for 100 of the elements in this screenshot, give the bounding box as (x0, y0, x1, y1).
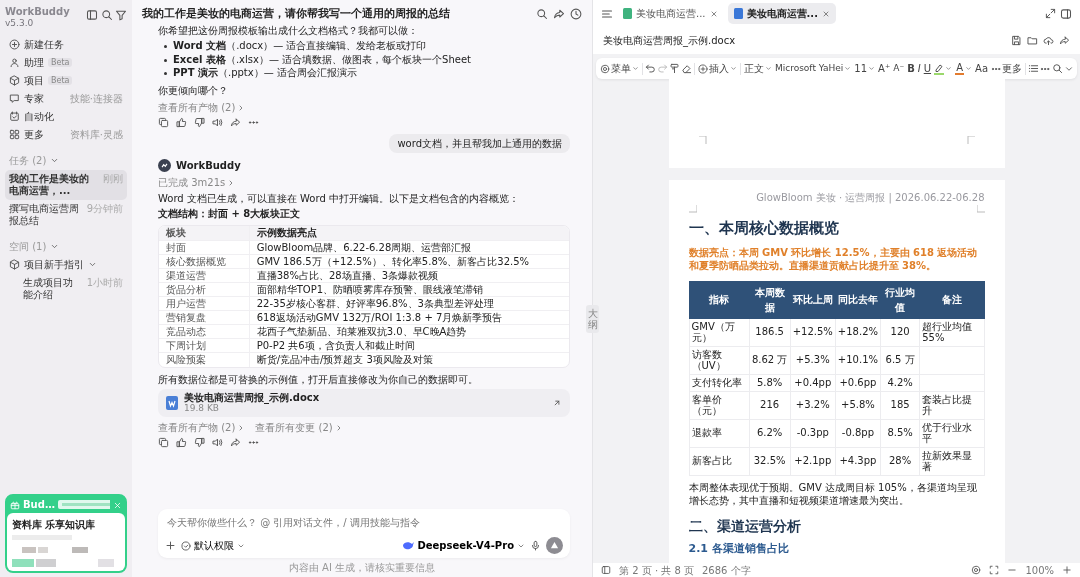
table-cell: 用户运营 (159, 296, 250, 311)
file-card[interactable]: 美妆电商运营周报_示例.docx 19.8 KB (158, 389, 570, 418)
hint-text: 技能·连接器 (69, 92, 123, 105)
format-button[interactable]: B (906, 61, 916, 76)
table-cell: 4.2% (880, 374, 920, 391)
table-cell: 新客占比 (689, 447, 750, 475)
nav-item[interactable]: 项目 Beta (5, 71, 127, 90)
table-cell: 花西子气垫新品、珀莱雅双抗3.0、早C晚A趋势 (249, 324, 569, 339)
text-case-button[interactable]: Aa (974, 61, 989, 76)
project-item[interactable]: 项目新手指引 (5, 255, 127, 274)
menu-dropdown[interactable]: 菜单 (599, 61, 640, 76)
table-header: 示例数据亮点 (249, 225, 569, 241)
table-cell: 120 (880, 318, 920, 346)
table-cell: 8.62 万 (749, 346, 791, 374)
table-cell: 风险预案 (159, 352, 250, 367)
format-button[interactable]: I (916, 61, 922, 76)
message-text: Word 文档已生成，可以直接在 Word 中打开编辑。以下是文档包含的内容概览： (158, 192, 520, 206)
table-cell: 28% (880, 447, 920, 475)
table-header: 行业均值 (880, 281, 920, 318)
highlight-text: 数据亮点：本周 GMV 环比增长 12.5%，主要由 618 返场活动和夏季防晒品类拉动。直播渠道贡献占比提升至 38%。 (688, 245, 979, 273)
composer-field[interactable]: 今天帮你做些什么？ @ 引用对话文件，/ 调用技能与指令 默认权限 Deepseek-V4-Pro (158, 509, 570, 558)
table-header: 同比去年 (835, 281, 881, 318)
message-text: 所有数据位都是可替换的示例值，打开后直接修改为你自己的数据即可。 (158, 373, 479, 387)
beta-tag: Beta (48, 57, 73, 68)
table-cell: 营销复盘 (159, 310, 250, 325)
table-cell: 186.5 (749, 318, 791, 346)
list-item: Word 文档（.docx）— 适合直接编辑、发给老板或打印 (173, 40, 427, 53)
table-cell: 185 (880, 391, 920, 419)
view-link[interactable]: 查看所有产物 (2) (158, 420, 246, 436)
format-button[interactable]: A⁺ (877, 61, 892, 76)
more-button[interactable]: 更多 (990, 61, 1023, 76)
table-cell: P0-P2 共6项，含负责人和截止时间 (249, 338, 569, 353)
table-cell: 封面 (159, 240, 250, 255)
time-label: 9分钟前 (85, 202, 123, 215)
list-item: Excel 表格（.xlsx）— 适合填数据、做图表，每个板块一个Sheet (173, 53, 471, 67)
format-button[interactable]: U (922, 61, 933, 76)
font-color-button[interactable]: A (954, 62, 974, 75)
table-cell: +3.2% (790, 391, 836, 419)
table-header: 环比上周 (790, 281, 836, 318)
message-heading: 文档结构：封面 + 8大板块正文 (158, 208, 302, 221)
model-dropdown[interactable]: Deepseek-V4-Pro (402, 538, 525, 553)
nav-item[interactable]: 自动化 (5, 107, 127, 126)
author-name: WorkBuddy (176, 159, 241, 174)
table-header: 指标 (689, 281, 750, 318)
table-cell: 5.8% (749, 374, 791, 391)
nav-item[interactable]: 新建任务 (5, 35, 127, 54)
time-label: 1小时前 (85, 276, 123, 289)
size-dropdown[interactable]: 11 (853, 61, 877, 76)
nav-item[interactable]: 更多 资料库·灵感 (5, 125, 127, 144)
table-cell: 22-35岁核心客群、好评率96.8%、3条典型差评处理 (249, 296, 569, 311)
table-cell: 支付转化率 (689, 374, 750, 391)
permission-dropdown[interactable]: 默认权限 (181, 538, 245, 553)
file-tab[interactable]: 美妆电商运营... (617, 3, 724, 24)
document-title: 美妆电商运营周报_示例.docx (603, 34, 736, 48)
table-cell: 拉新效果显著 (919, 447, 984, 475)
hint-text: 资料库·灵感 (69, 128, 123, 141)
zoom-level: 100% (1025, 563, 1054, 577)
table-header: 本周数据 (749, 281, 791, 318)
style-dropdown[interactable]: 正文 (742, 61, 773, 76)
view-link[interactable]: 查看所有产物 (2) (158, 100, 246, 116)
table-cell: 核心数据概览 (159, 254, 250, 269)
view-link[interactable]: 查看所有变更 (2) (255, 420, 343, 436)
time-label: 刚刚 (102, 172, 123, 185)
table-cell: 竞品动态 (159, 324, 250, 339)
task-item[interactable]: 撰写电商运营周报总结 9分钟前 (5, 199, 127, 230)
section-heading: 一、本周核心数据概览 (688, 218, 840, 239)
status-link[interactable]: 已完成 3m21s (158, 175, 236, 191)
insert-dropdown[interactable]: 插入 (696, 61, 738, 76)
summary-text: 本周整体表现优于预期。GMV 达成周目标 105%，各渠道均呈现增长态势，其中直播和短视频渠道增速最为突出。 (688, 480, 978, 508)
task-item[interactable]: 生成项目功能介绍 1小时前 (5, 273, 127, 304)
table-cell: 面部精华TOP1、防晒喷雾库存预警、眼线液笔滞销 (249, 282, 569, 297)
table-cell: +18.2% (835, 318, 881, 346)
table-cell: +4.3pp (835, 447, 881, 475)
table-cell: GlowBloom品牌、6.22-6.28周期、运营部汇报 (249, 240, 569, 255)
promo-title: 资料库 乐享知识库 (12, 518, 97, 532)
message-text: 你更倾向哪个？ (158, 84, 229, 98)
file-tab[interactable]: 美妆电商运营... (727, 3, 836, 24)
word-count: 2686 个字 (702, 563, 751, 577)
table-cell: 客单价（元） (689, 391, 750, 419)
promo-label: Bud… (23, 498, 55, 512)
font-dropdown[interactable]: Microsoft YaHei (773, 61, 853, 76)
table-cell: 618返场活动GMV 132万/ROI 1:3.8 + 7月焕新季预告 (249, 310, 569, 325)
table-cell: 6.5 万 (880, 346, 920, 374)
table-cell: 下周计划 (159, 338, 250, 353)
nav-item[interactable]: 助理 Beta (5, 53, 127, 72)
table-cell: 直播38%占比、28场直播、3条爆款视频 (249, 268, 569, 283)
table-cell: +5.8% (835, 391, 881, 419)
table-cell: +12.5% (790, 318, 836, 346)
table-cell: 货品分析 (159, 282, 250, 297)
table-cell: 超行业均值 55% (919, 318, 984, 346)
table-cell: 套装占比提升 (919, 391, 984, 419)
table-cell: +10.1% (835, 346, 881, 374)
table-cell: -0.8pp (835, 419, 881, 447)
table-cell: 6.2% (749, 419, 791, 447)
page-header: GlowBloom 美妆 · 运营周报 | 2026.06.22-06.28 (755, 191, 985, 205)
task-item[interactable]: 我的工作是美妆的电商运营，... 刚刚 (5, 169, 127, 200)
format-button[interactable]: A⁻ (892, 61, 906, 76)
file-size: 19.8 KB (184, 404, 220, 415)
section-heading: 二、渠道运营分析 (688, 516, 802, 536)
nav-item[interactable]: 专家 技能·连接器 (5, 89, 127, 108)
